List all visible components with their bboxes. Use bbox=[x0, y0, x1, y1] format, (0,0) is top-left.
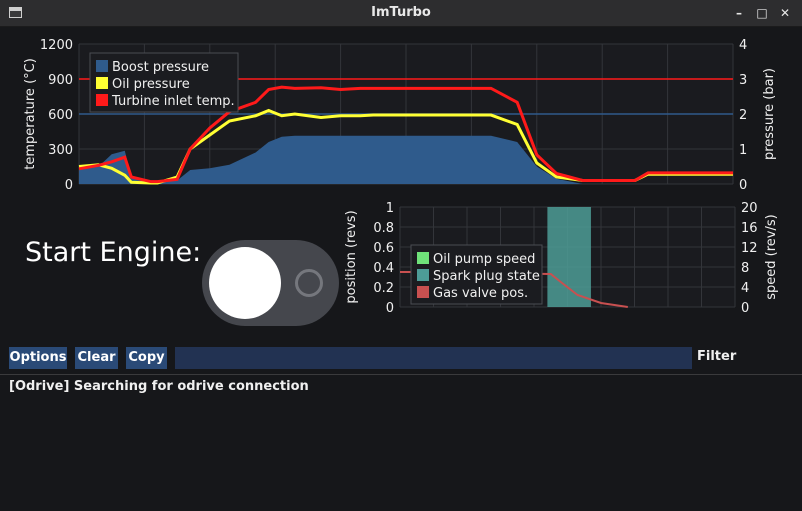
separator bbox=[0, 374, 802, 375]
y2-axis-label: pressure (bar) bbox=[762, 68, 777, 160]
close-icon[interactable]: ✕ bbox=[776, 4, 794, 22]
legend-swatch bbox=[417, 269, 429, 281]
y2-tick-label: 16 bbox=[741, 221, 758, 236]
y2-tick-label: 0 bbox=[739, 178, 747, 193]
window-title: ImTurbo bbox=[371, 5, 431, 20]
legend-entry: Oil pressure bbox=[112, 77, 190, 92]
main-window: 1200 900 600 300 0 4 3 2 1 0 temperature (°C) press… bbox=[0, 27, 802, 511]
filter-label: Filter bbox=[697, 349, 737, 364]
y2-tick-label: 4 bbox=[741, 281, 749, 296]
legend-swatch bbox=[96, 60, 108, 72]
y-tick-label: 300 bbox=[48, 143, 73, 158]
legend-entry: Boost pressure bbox=[112, 60, 209, 75]
y-tick-label: 0.2 bbox=[373, 281, 394, 296]
title-bar: ImTurbo – □ ✕ bbox=[0, 0, 802, 27]
y2-tick-label: 12 bbox=[741, 241, 758, 256]
y2-tick-label: 3 bbox=[739, 73, 747, 88]
temperature-pressure-plot[interactable]: 1200 900 600 300 0 4 3 2 1 0 temperature (°C) press… bbox=[0, 27, 802, 197]
spark-plug-band bbox=[547, 207, 591, 307]
start-engine-toggle[interactable] bbox=[202, 240, 339, 326]
clear-button[interactable]: Clear bbox=[75, 347, 118, 369]
filter-input[interactable] bbox=[175, 347, 692, 369]
toggle-off-icon bbox=[295, 269, 323, 297]
copy-button[interactable]: Copy bbox=[126, 347, 167, 369]
y-axis-label: position (revs) bbox=[345, 210, 359, 303]
toggle-knob bbox=[209, 247, 281, 319]
y2-axis-label: speed (rev/s) bbox=[764, 214, 779, 299]
legend-entry: Oil pump speed bbox=[433, 252, 535, 267]
legend-swatch bbox=[417, 286, 429, 298]
minimize-icon[interactable]: – bbox=[730, 4, 748, 22]
y-tick-label: 900 bbox=[48, 73, 73, 88]
log-line: [Odrive] Searching for odrive connection bbox=[9, 379, 309, 394]
y-tick-label: 0.6 bbox=[373, 241, 394, 256]
y2-tick-label: 4 bbox=[739, 38, 747, 53]
y2-tick-label: 20 bbox=[741, 201, 758, 216]
y-tick-label: 0 bbox=[65, 178, 73, 193]
y-axis-label: temperature (°C) bbox=[23, 58, 38, 170]
y-tick-label: 600 bbox=[48, 108, 73, 123]
maximize-icon[interactable]: □ bbox=[753, 4, 771, 22]
legend-swatch bbox=[417, 252, 429, 264]
start-engine-label: Start Engine: bbox=[25, 237, 202, 268]
legend-entry: Gas valve pos. bbox=[433, 286, 528, 301]
legend-swatch bbox=[96, 94, 108, 106]
y-tick-label: 1200 bbox=[40, 38, 73, 53]
engine-state-plot[interactable]: 1 0.8 0.6 0.4 0.2 0 20 16 12 8 4 0 position (revs) sp… bbox=[345, 197, 802, 342]
y2-tick-label: 1 bbox=[739, 143, 747, 158]
y-tick-label: 1 bbox=[386, 201, 394, 216]
y-tick-label: 0.4 bbox=[373, 261, 394, 276]
legend-entry: Turbine inlet temp. bbox=[111, 94, 235, 109]
y-tick-label: 0 bbox=[386, 301, 394, 316]
y2-tick-label: 8 bbox=[741, 261, 749, 276]
y2-tick-label: 0 bbox=[741, 301, 749, 316]
legend-swatch bbox=[96, 77, 108, 89]
legend-entry: Spark plug state bbox=[433, 269, 540, 284]
options-button[interactable]: Options bbox=[9, 347, 67, 369]
y-tick-label: 0.8 bbox=[373, 221, 394, 236]
y2-tick-label: 2 bbox=[739, 108, 747, 123]
